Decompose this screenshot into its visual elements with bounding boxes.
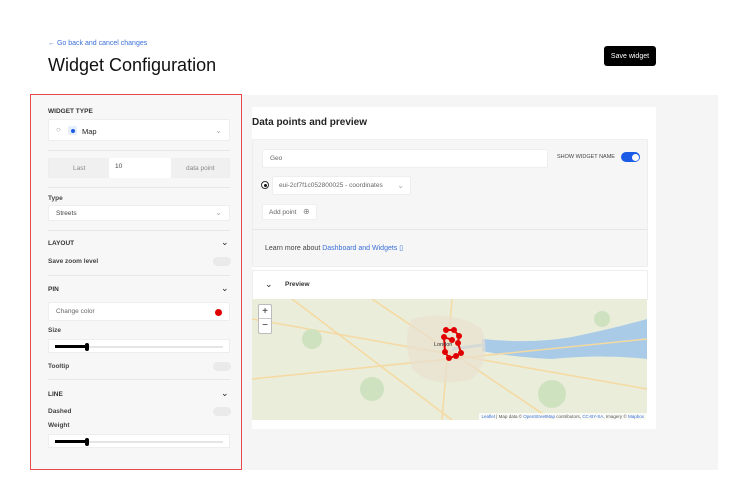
widget-name-input[interactable]: Geo (262, 149, 548, 168)
widget-type-label: WIDGET TYPE (48, 108, 93, 115)
map-tiles (252, 299, 647, 420)
change-color-button[interactable]: Change color (48, 302, 230, 321)
map-preview[interactable]: London + − Leaflet | Map data © OpenStre… (252, 299, 647, 420)
leaflet-link[interactable]: Leaflet (482, 414, 496, 419)
widget-type-value: Map (82, 127, 97, 136)
data-point-label: data point (186, 165, 215, 172)
weight-slider[interactable] (48, 434, 230, 448)
size-label: Size (48, 327, 62, 334)
save-widget-button[interactable]: Save widget (604, 46, 656, 66)
chevron-down-icon: ⌄ (397, 181, 404, 190)
dashed-label: Dashed (48, 408, 72, 415)
chevron-down-icon: ⌄ (215, 208, 222, 217)
learn-more-text: Learn more about Dashboard and Widgets ▯ (265, 245, 404, 252)
tooltip-label: Tooltip (48, 363, 70, 370)
chevron-down-icon[interactable]: ⌄ (221, 388, 229, 399)
size-slider[interactable] (48, 339, 230, 353)
search-icon: ○ (56, 125, 61, 134)
last-label: Last (73, 165, 86, 172)
page-title: Widget Configuration (48, 55, 217, 75)
last-count-input[interactable]: 10 (109, 158, 171, 178)
zoom-in-button[interactable]: + (259, 305, 271, 319)
book-icon: ▯ (397, 245, 404, 252)
dashboard-widgets-link[interactable]: Dashboard and Widgets (322, 245, 397, 252)
save-zoom-toggle[interactable] (213, 257, 231, 266)
show-name-label: SHOW WIDGET NAME (557, 154, 615, 160)
type-label: Type (48, 195, 63, 202)
mapbox-link[interactable]: Mapbox (628, 414, 644, 419)
osm-link[interactable]: OpenStreetMap (523, 414, 555, 419)
config-panel: WIDGET TYPE ○ Map ⌄ Last 10 data point T… (30, 94, 242, 470)
section-title: Data points and preview (252, 117, 368, 128)
last-n-group: Last 10 data point (48, 158, 230, 178)
chevron-down-icon[interactable]: ⌄ (221, 237, 229, 248)
tooltip-toggle[interactable] (213, 362, 231, 371)
map-type-select[interactable]: Streets ⌄ (48, 205, 230, 221)
chevron-down-icon: ⌄ (265, 279, 273, 289)
add-point-button[interactable]: Add point ⊕ (262, 204, 317, 220)
color-swatch (215, 309, 222, 316)
datapoint-select[interactable]: eui-2cf7f1c052800025 - coordinates ⌄ (272, 176, 411, 195)
line-section-header[interactable]: LINE (48, 391, 63, 398)
plus-circle-icon: ⊕ (303, 207, 310, 216)
preview-header[interactable]: ⌄ Preview (252, 270, 648, 300)
city-label: London (434, 342, 453, 348)
data-points-panel: Geo SHOW WIDGET NAME eui-2cf7f1c05280002… (252, 139, 648, 267)
map-icon (68, 126, 77, 135)
weight-label: Weight (48, 422, 70, 429)
datapoint-radio[interactable] (261, 181, 269, 189)
zoom-out-button[interactable]: − (259, 319, 271, 333)
map-attribution: Leaflet | Map data © OpenStreetMap contr… (478, 413, 647, 420)
back-link[interactable]: ← Go back and cancel changes (48, 40, 147, 47)
pin-section-header[interactable]: PIN (48, 286, 59, 293)
save-zoom-label: Save zoom level (48, 258, 99, 265)
license-link[interactable]: CC-BY-SA (582, 414, 603, 419)
dashed-toggle[interactable] (213, 407, 231, 416)
layout-section-header[interactable]: LAYOUT (48, 240, 74, 247)
widget-type-select[interactable]: ○ Map ⌄ (48, 119, 230, 141)
zoom-controls: + − (258, 304, 272, 334)
chevron-down-icon[interactable]: ⌄ (221, 283, 229, 294)
show-name-toggle[interactable] (621, 152, 640, 162)
chevron-down-icon: ⌄ (215, 126, 222, 135)
